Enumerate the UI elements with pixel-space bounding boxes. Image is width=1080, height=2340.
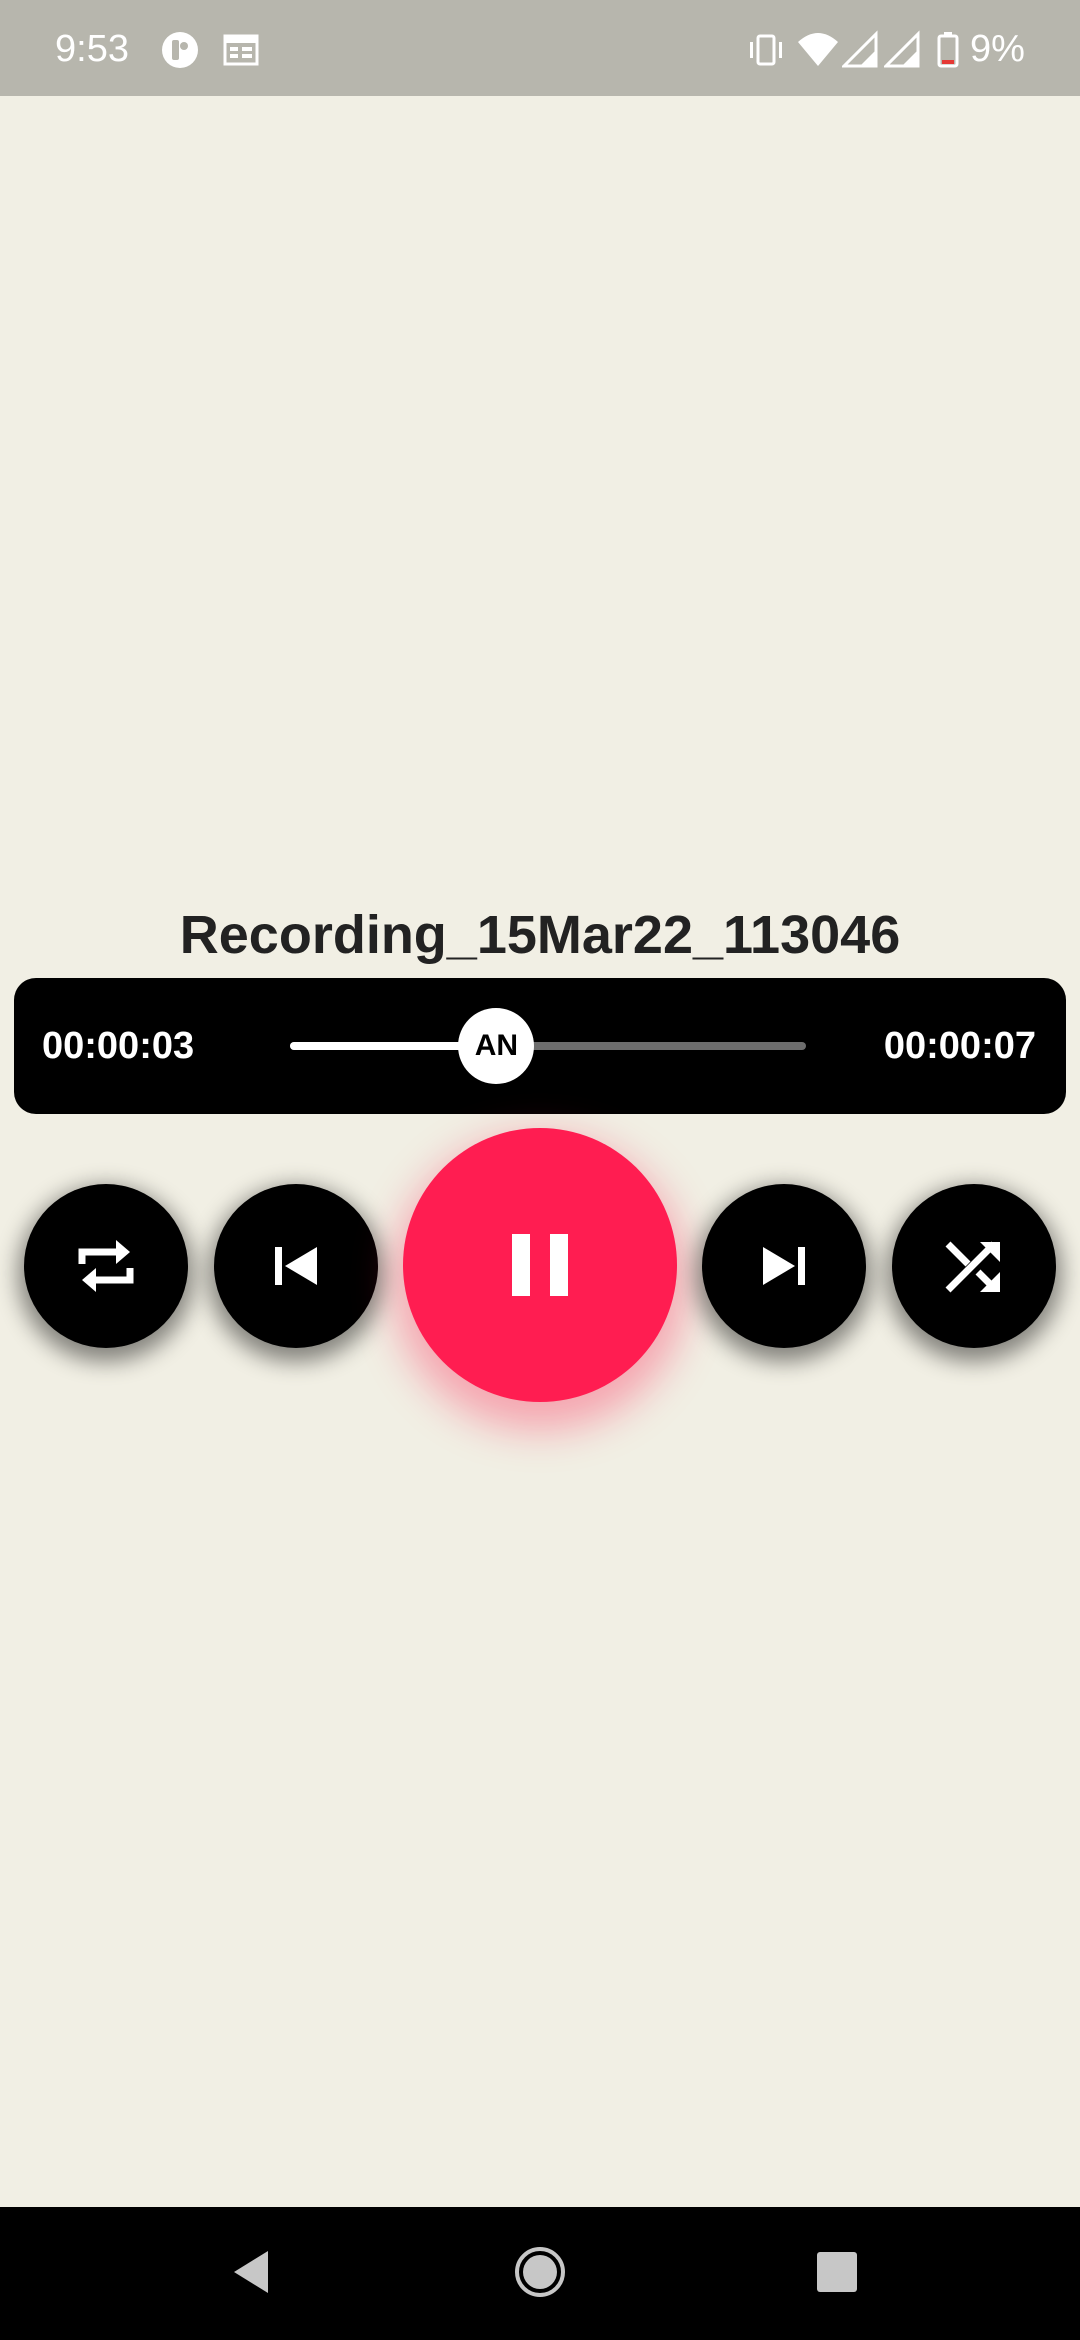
back-button[interactable] — [218, 2239, 288, 2309]
seek-thumb[interactable]: AN — [458, 1008, 535, 1084]
battery-percentage: 9% — [970, 28, 1025, 70]
vibrate-icon — [746, 30, 786, 70]
home-circle-icon — [512, 2244, 568, 2305]
calendar-icon — [222, 30, 260, 70]
shuffle-button[interactable] — [892, 1184, 1056, 1348]
pause-button[interactable] — [403, 1128, 677, 1402]
home-button[interactable] — [505, 2239, 575, 2309]
recording-title: Recording_15Mar22_113046 — [179, 905, 901, 965]
skip-next-icon — [759, 1241, 809, 1291]
total-time: 00:00:07 — [883, 1025, 1036, 1067]
navigation-bar — [0, 2207, 1080, 2340]
battery-low-icon — [936, 30, 960, 70]
pause-icon — [510, 1232, 570, 1298]
recents-button[interactable] — [802, 2239, 872, 2309]
signal-icon — [884, 30, 922, 70]
elapsed-time: 00:00:03 — [42, 1025, 195, 1067]
app-notification-icon — [160, 30, 200, 70]
skip-previous-button[interactable] — [214, 1184, 378, 1348]
status-time: 9:53 — [55, 28, 129, 70]
shuffle-icon — [942, 1234, 1006, 1298]
skip-next-button[interactable] — [702, 1184, 866, 1348]
player-bar: 00:00:03 AN 00:00:07 — [14, 978, 1066, 1114]
skip-previous-icon — [271, 1241, 321, 1291]
repeat-button[interactable] — [24, 1184, 188, 1348]
back-triangle-icon — [228, 2247, 278, 2302]
repeat-icon — [74, 1234, 138, 1298]
seek-bar[interactable]: AN — [290, 1008, 806, 1084]
status-bar: 9:53 9% — [0, 0, 1080, 96]
wifi-icon — [796, 30, 840, 70]
recents-square-icon — [814, 2249, 860, 2300]
signal-icon — [842, 30, 880, 70]
